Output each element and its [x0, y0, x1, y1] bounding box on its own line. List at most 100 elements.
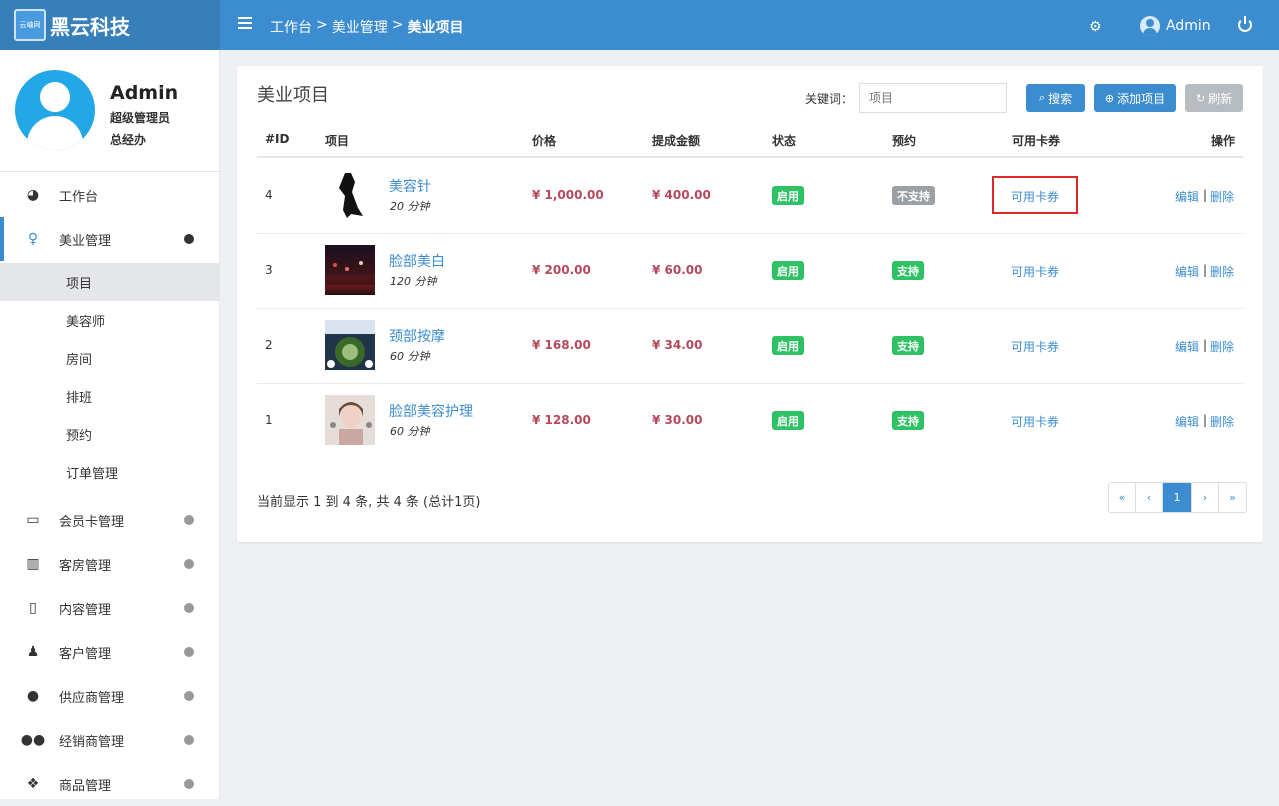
file-icon: ▯ [29, 600, 37, 616]
cubes-icon: ❖ [26, 776, 40, 792]
price-value: ¥ 128.00 [532, 413, 591, 427]
sidebar: Admin 超级管理员 总经办 ◕ 工作台 ♀ 美业管理 项目 美容师 房间 排… [0, 50, 220, 799]
sidebar-subitem-beautician[interactable]: 美容师 [0, 301, 219, 339]
search-button-label: 搜索 [1048, 91, 1073, 106]
project-thumbnail [325, 395, 375, 445]
menu-toggle-icon[interactable] [238, 17, 252, 29]
project-duration: 120 分钟 [390, 275, 437, 288]
project-name-link[interactable]: 美容针 [389, 176, 431, 196]
brand[interactable]: 云岫网 黑云科技 [0, 0, 220, 50]
avatar [15, 70, 95, 150]
main-panel: 美业项目 关键词： ⌕搜索 ⊕添加项目 ↻刷新 #ID 项目 价格 提成金额 状… [237, 66, 1263, 542]
profile-name: Admin [110, 82, 179, 104]
sidebar-item-label: 经销商管理 [59, 734, 125, 750]
pagination-next[interactable]: › [1192, 483, 1219, 512]
sidebar-item-content[interactable]: ▯ 内容管理 [0, 586, 219, 630]
sidebar-item-suppliers[interactable]: ● 供应商管理 [0, 674, 219, 718]
user-icon [1140, 16, 1160, 36]
refresh-button-label: 刷新 [1208, 91, 1233, 106]
sidebar-item-label: 供应商管理 [59, 690, 125, 706]
profile-dept: 总经办 [110, 133, 147, 147]
pagination-first[interactable]: « [1109, 483, 1136, 512]
row-divider [257, 308, 1243, 309]
search-input[interactable] [859, 83, 1007, 113]
sidebar-item-customers[interactable]: ♟ 客户管理 [0, 630, 219, 674]
action-separator: | [1203, 263, 1208, 277]
sidebar-item-beauty[interactable]: ♀ 美业管理 [0, 217, 219, 261]
sidebar-item-dashboard[interactable]: ◕ 工作台 [0, 173, 219, 217]
edit-link[interactable]: 编辑 [1175, 413, 1199, 430]
sidebar-subitem-schedule[interactable]: 排班 [0, 377, 219, 415]
sidebar-subitem-room[interactable]: 房间 [0, 339, 219, 377]
add-project-button[interactable]: ⊕ 添加项目 [1094, 84, 1176, 112]
person-female-icon: ♀ [27, 231, 39, 247]
sidebar-item-rooms[interactable]: ▥ 客房管理 [0, 542, 219, 586]
row-id: 4 [265, 188, 273, 202]
edit-link[interactable]: 编辑 [1175, 263, 1199, 280]
pagination-page[interactable]: 1 [1163, 483, 1192, 512]
delete-link[interactable]: 删除 [1210, 413, 1234, 430]
refresh-button[interactable]: ↻ 刷新 [1185, 84, 1243, 112]
column-header-id: #ID [265, 132, 290, 146]
top-bar: 云岫网 黑云科技 工作台 > 美业管理 > 美业项目 ⚙ Admin [0, 0, 1279, 50]
chevron-right-icon [184, 691, 194, 701]
commission-value: ¥ 30.00 [652, 413, 703, 427]
pagination-last[interactable]: » [1219, 483, 1246, 512]
chevron-right-icon [184, 559, 194, 569]
pagination-prev[interactable]: ‹ [1136, 483, 1163, 512]
breadcrumb-item[interactable]: 美业管理 [332, 17, 388, 37]
booking-badge: 支持 [892, 411, 924, 430]
coupon-link[interactable]: 可用卡券 [1011, 338, 1059, 355]
chevron-right-icon [184, 603, 194, 613]
column-header-commission: 提成金额 [652, 134, 701, 148]
delete-link[interactable]: 删除 [1210, 263, 1234, 280]
status-badge: 启用 [772, 411, 804, 430]
sidebar-subitem-project[interactable]: 项目 [0, 263, 219, 301]
commission-value: ¥ 400.00 [652, 188, 711, 202]
chevron-right-icon [184, 515, 194, 525]
delete-link[interactable]: 删除 [1210, 338, 1234, 355]
plus-circle-icon: ⊕ [1104, 92, 1115, 105]
sidebar-item-products[interactable]: ❖ 商品管理 [0, 762, 219, 806]
power-icon[interactable] [1238, 16, 1252, 32]
project-name-link[interactable]: 脸部美容护理 [389, 401, 473, 421]
pagination: « ‹ 1 › » [1108, 482, 1247, 513]
edit-link[interactable]: 编辑 [1175, 188, 1199, 205]
action-separator: | [1203, 338, 1208, 352]
gear-icon[interactable]: ⚙ [1089, 19, 1102, 35]
users-icon: ●● [20, 732, 46, 748]
sidebar-item-label: 工作台 [59, 189, 99, 205]
sidebar-item-dealers[interactable]: ●● 经销商管理 [0, 718, 219, 762]
price-value: ¥ 168.00 [532, 338, 591, 352]
breadcrumb-separator: > [391, 17, 404, 33]
sidebar-subitem-booking[interactable]: 预约 [0, 415, 219, 453]
sidebar-item-member-card[interactable]: ▭ 会员卡管理 [0, 498, 219, 542]
project-thumbnail [325, 320, 375, 370]
search-icon: ⌕ [1038, 91, 1046, 104]
highlight-box [992, 176, 1078, 214]
project-duration: 60 分钟 [390, 350, 430, 363]
project-name-link[interactable]: 脸部美白 [389, 251, 445, 271]
table-header-divider [257, 156, 1243, 158]
project-name-link[interactable]: 颈部按摩 [389, 326, 445, 346]
sidebar-subitem-orders[interactable]: 订单管理 [0, 453, 219, 491]
user-profile: Admin 超级管理员 总经办 [0, 50, 219, 172]
delete-link[interactable]: 删除 [1210, 188, 1234, 205]
coupon-link[interactable]: 可用卡券 [1011, 413, 1059, 430]
price-value: ¥ 200.00 [532, 263, 591, 277]
action-separator: | [1203, 413, 1208, 427]
keyword-label: 关键词： [805, 92, 854, 106]
column-header-project: 项目 [325, 134, 350, 148]
commission-value: ¥ 60.00 [652, 263, 703, 277]
column-header-booking: 预约 [892, 134, 917, 148]
search-button[interactable]: ⌕ 搜索 [1026, 84, 1085, 112]
edit-link[interactable]: 编辑 [1175, 338, 1199, 355]
breadcrumb-item[interactable]: 工作台 [270, 17, 312, 37]
brand-name: 黑云科技 [50, 14, 130, 39]
dashboard-icon: ◕ [26, 187, 40, 203]
user-menu[interactable]: Admin [1140, 16, 1211, 36]
credit-card-icon: ▭ [26, 512, 40, 528]
coupon-link[interactable]: 可用卡券 [1011, 263, 1059, 280]
booking-badge: 支持 [892, 261, 924, 280]
sidebar-item-label: 美业管理 [59, 233, 112, 249]
